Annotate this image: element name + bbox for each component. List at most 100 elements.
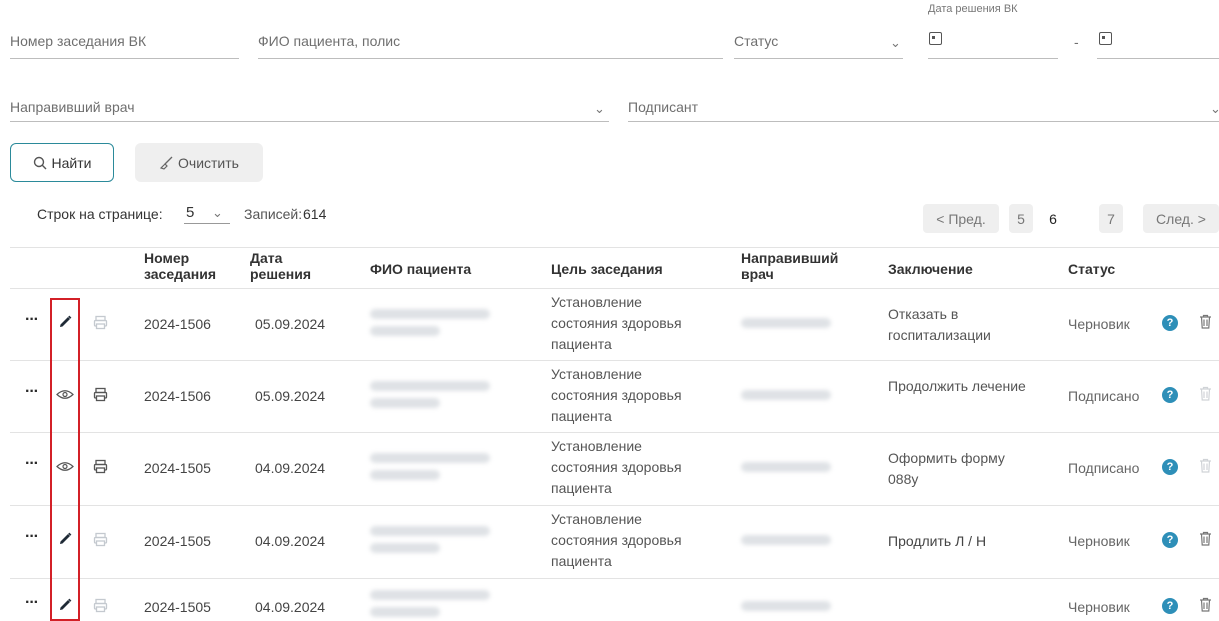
trash-icon[interactable] — [1199, 458, 1212, 473]
col-header-doctor[interactable]: Направивший врач — [741, 250, 851, 282]
print-icon[interactable] — [93, 459, 108, 474]
decision-date: 05.09.2024 — [255, 316, 326, 332]
decision-date: 05.09.2024 — [255, 388, 326, 404]
decision-date: 04.09.2024 — [255, 460, 326, 476]
doctor-name-redacted — [741, 535, 831, 545]
conclusion: Продолжить лечение — [888, 378, 1026, 394]
status: Черновик — [1068, 599, 1130, 615]
rows-per-page-chevron-down-icon[interactable]: ⌄ — [212, 205, 223, 221]
rows-per-page-select[interactable]: 5 — [186, 204, 194, 221]
trash-icon[interactable] — [1199, 597, 1212, 612]
patient-name-redacted — [370, 543, 440, 553]
decision-date: 04.09.2024 — [255, 599, 326, 615]
more-menu-icon[interactable]: ··· — [25, 383, 39, 401]
search-icon — [33, 156, 47, 169]
doctor-name-redacted — [741, 318, 831, 328]
status: Подписано — [1068, 460, 1140, 476]
col-header-conclusion[interactable]: Заключение — [888, 261, 973, 277]
date-from-underline — [928, 58, 1058, 59]
date-separator: - — [1074, 34, 1079, 50]
status: Черновик — [1068, 316, 1130, 332]
more-menu-icon[interactable]: ··· — [25, 311, 39, 329]
status-select[interactable]: Статус — [734, 33, 778, 49]
records-label: Записей: — [244, 206, 303, 222]
records-count: 614 — [303, 206, 327, 222]
conclusion: Оформить форму 088у — [888, 450, 1005, 487]
col-header-status[interactable]: Статус — [1068, 261, 1115, 277]
meeting-number: 2024-1506 — [144, 316, 211, 332]
trash-icon[interactable] — [1199, 314, 1212, 329]
patient-name-redacted — [370, 398, 440, 408]
patient-name-redacted — [370, 381, 490, 391]
meeting-number: 2024-1506 — [144, 388, 211, 404]
signer-select[interactable]: Подписант — [628, 99, 698, 115]
status: Черновик — [1068, 533, 1130, 549]
status: Подписано — [1068, 388, 1140, 404]
signer-underline — [628, 121, 1219, 122]
broom-icon — [159, 156, 173, 170]
row-separator — [10, 432, 1219, 433]
meeting-number: 2024-1505 — [144, 599, 211, 615]
date-to-underline — [1097, 58, 1219, 59]
col-header-patient[interactable]: ФИО пациента — [370, 261, 471, 277]
print-icon[interactable] — [93, 315, 108, 330]
meeting-purpose: Установление состояния здоровья пациента — [551, 511, 682, 569]
clear-button-label: Очистить — [178, 154, 239, 171]
trash-icon[interactable] — [1199, 531, 1212, 546]
find-button-label: Найти — [51, 154, 92, 171]
print-icon[interactable] — [93, 387, 108, 402]
clear-button[interactable]: Очистить — [135, 143, 263, 182]
row-separator — [10, 578, 1219, 579]
help-icon[interactable]: ? — [1162, 459, 1178, 475]
print-icon[interactable] — [93, 532, 108, 547]
doctor-name-redacted — [741, 462, 831, 472]
highlight-box — [50, 298, 80, 621]
col-header-date[interactable]: Дата решения — [250, 250, 330, 282]
page-button-7[interactable]: 7 — [1099, 204, 1123, 233]
referring-doctor-underline — [10, 121, 609, 122]
meeting-number-field[interactable]: Номер заседания ВК — [10, 33, 146, 49]
help-icon[interactable]: ? — [1162, 598, 1178, 614]
conclusion: Продлить Л / Н — [888, 533, 987, 549]
page-button-5[interactable]: 5 — [1009, 204, 1033, 233]
decision-date: 04.09.2024 — [255, 533, 326, 549]
date-to-calendar-icon[interactable] — [1099, 32, 1112, 45]
col-header-purpose[interactable]: Цель заседания — [551, 261, 663, 277]
patient-name-redacted — [370, 453, 490, 463]
doctor-name-redacted — [741, 601, 831, 611]
status-chevron-down-icon[interactable]: ⌄ — [890, 35, 901, 51]
patient-name-redacted — [370, 470, 440, 480]
next-page-button[interactable]: След. > — [1143, 204, 1219, 233]
table-header-border — [10, 288, 1219, 289]
referring-doctor-chevron-down-icon[interactable]: ⌄ — [594, 101, 605, 117]
more-menu-icon[interactable]: ··· — [25, 594, 39, 612]
help-icon[interactable]: ? — [1162, 532, 1178, 548]
meeting-number-underline — [10, 58, 239, 59]
page-button-6[interactable]: 6 — [1041, 204, 1065, 233]
signer-chevron-down-icon[interactable]: ⌄ — [1210, 101, 1219, 117]
row-separator — [10, 505, 1219, 506]
doctor-name-redacted — [741, 390, 831, 400]
rows-per-page-label: Строк на странице: — [37, 206, 163, 222]
patient-name-redacted — [370, 309, 490, 319]
trash-icon[interactable] — [1199, 386, 1212, 401]
prev-page-button[interactable]: < Пред. — [923, 204, 999, 233]
help-icon[interactable]: ? — [1162, 315, 1178, 331]
status-underline — [734, 58, 903, 59]
patient-search-field[interactable]: ФИО пациента, полис — [258, 33, 400, 49]
find-button[interactable]: Найти — [10, 143, 114, 182]
rows-per-page-underline — [184, 223, 230, 224]
date-from-calendar-icon[interactable] — [929, 32, 942, 45]
patient-name-redacted — [370, 526, 490, 536]
col-header-number[interactable]: Номер заседания — [144, 250, 234, 282]
row-separator — [10, 360, 1219, 361]
meeting-purpose: Установление состояния здоровья пациента — [551, 438, 682, 496]
referring-doctor-select[interactable]: Направивший врач — [10, 99, 135, 115]
more-menu-icon[interactable]: ··· — [25, 528, 39, 546]
print-icon[interactable] — [93, 598, 108, 613]
patient-name-redacted — [370, 326, 440, 336]
table-top-border — [10, 247, 1219, 248]
more-menu-icon[interactable]: ··· — [25, 455, 39, 473]
patient-name-redacted — [370, 607, 440, 617]
help-icon[interactable]: ? — [1162, 387, 1178, 403]
